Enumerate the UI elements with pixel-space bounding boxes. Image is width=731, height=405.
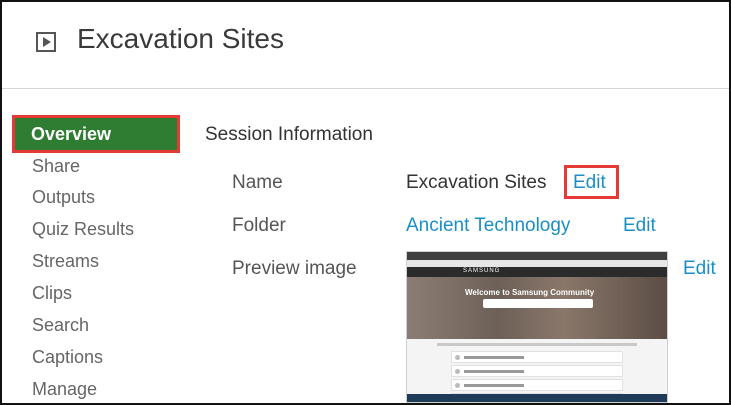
page-header: Excavation Sites	[2, 2, 729, 89]
preview-image: SAMSUNG Welcome to Samsung Community	[406, 251, 668, 403]
edit-name-link[interactable]: Edit	[573, 172, 606, 194]
preview-taskbar	[407, 394, 667, 402]
page-title: Excavation Sites	[77, 23, 284, 54]
folder-link[interactable]: Ancient Technology	[406, 215, 570, 237]
folder-label: Folder	[232, 215, 286, 236]
name-label: Name	[232, 172, 283, 193]
sidebar-item-share[interactable]: Share	[12, 153, 182, 181]
preview-hero	[407, 277, 667, 339]
preview-logo: SAMSUNG	[463, 268, 501, 274]
sidebar-item-outputs[interactable]: Outputs	[12, 181, 182, 213]
preview-hero-text: Welcome to Samsung Community	[465, 288, 595, 297]
sidebar-item-clips[interactable]: Clips	[12, 277, 182, 309]
sidebar-item-overview[interactable]: Overview	[12, 115, 180, 153]
sidebar: Overview Share Outputs Quiz Results Stre…	[12, 115, 182, 403]
edit-folder-link[interactable]: Edit	[623, 215, 656, 237]
sidebar-item-manage[interactable]: Manage	[12, 373, 182, 403]
section-title: Session Information	[205, 124, 373, 145]
name-value: Excavation Sites	[406, 172, 547, 193]
edit-preview-link[interactable]: Edit	[683, 258, 716, 280]
preview-list-row	[451, 351, 623, 363]
play-box-icon	[36, 32, 56, 52]
sidebar-item-search[interactable]: Search	[12, 309, 182, 341]
preview-address-bar	[407, 260, 667, 267]
preview-search-box	[483, 299, 593, 308]
preview-image-label: Preview image	[232, 258, 357, 279]
preview-list-row	[451, 365, 623, 377]
app-frame: Excavation Sites Overview Share Outputs …	[0, 0, 731, 405]
preview-list-row	[451, 379, 623, 391]
sidebar-item-streams[interactable]: Streams	[12, 245, 182, 277]
sidebar-item-captions[interactable]: Captions	[12, 341, 182, 373]
preview-caption	[437, 343, 637, 346]
preview-nav	[407, 267, 667, 277]
sidebar-item-quiz-results[interactable]: Quiz Results	[12, 213, 182, 245]
preview-browser-bar	[407, 252, 667, 260]
